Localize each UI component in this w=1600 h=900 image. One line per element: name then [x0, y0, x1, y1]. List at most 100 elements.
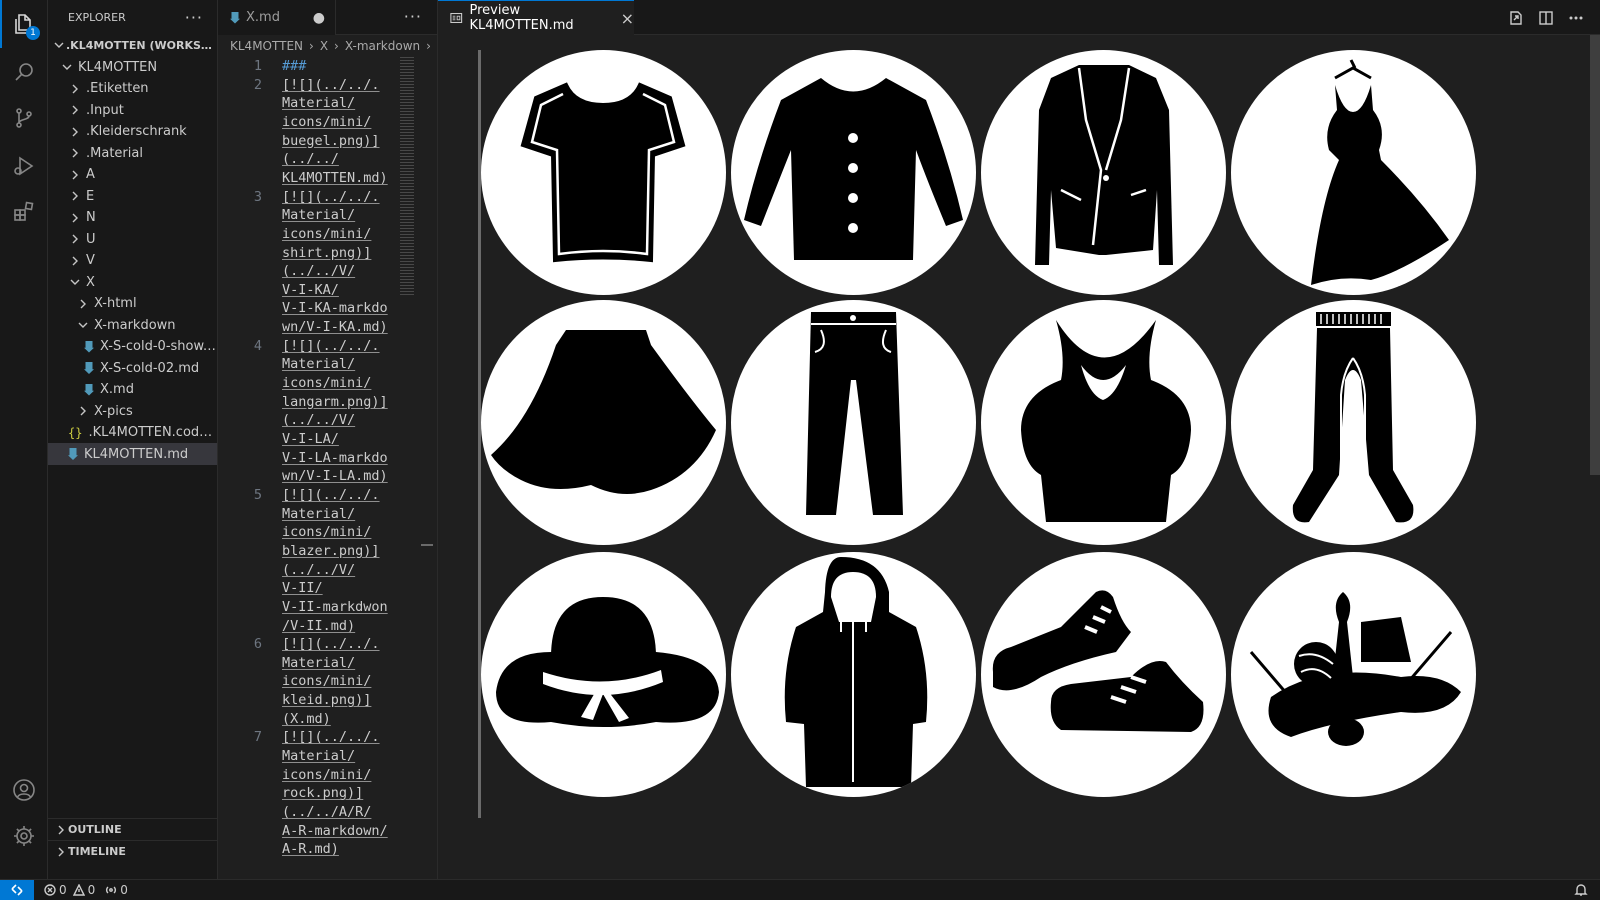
code-line: (../../V/ [218, 411, 418, 430]
explorer-button[interactable]: 1 [0, 0, 48, 48]
rain-jacket-icon[interactable] [731, 552, 976, 797]
account-button[interactable] [0, 766, 48, 814]
code-line: blazer.png)] [218, 542, 418, 561]
tree-item-label: N [86, 210, 96, 225]
code-line: V-I-KA-markdo [218, 299, 418, 318]
code-line: A-R-markdown/ [218, 822, 418, 841]
more-actions-icon[interactable] [1568, 10, 1584, 26]
folder-etiketten[interactable]: .Etiketten [48, 78, 217, 100]
folder-x-pics[interactable]: X-pics [48, 400, 217, 422]
folder-x-markdown[interactable]: X-markdown [48, 314, 217, 336]
tree-item-label: .Input [86, 102, 124, 118]
breadcrumb-item[interactable]: X [320, 39, 328, 53]
ports-status[interactable]: 0 [105, 883, 128, 897]
line-number: 6 [253, 636, 262, 653]
line-text: (../../V/ [282, 561, 356, 578]
skirt-icon[interactable] [481, 300, 726, 545]
folder-input[interactable]: .Input [48, 99, 217, 121]
folder-kl4motten[interactable]: KL4MOTTEN [48, 56, 217, 78]
line-text: A-R.md) [282, 841, 339, 858]
tights-icon[interactable] [1231, 300, 1476, 545]
line-text: icons/mini/ [282, 113, 372, 130]
code-area[interactable]: 1 ### 2 [![](../../. Material/icons/mini/bue… [218, 57, 408, 879]
sun-hat-icon[interactable] [481, 552, 726, 797]
code-line: 7 [![](../../. [218, 728, 418, 747]
workspace-header[interactable]: .KL4MOTTEN (WORKSPACE) [48, 34, 217, 56]
close-icon[interactable]: × [621, 9, 634, 28]
tree-item-label: E [86, 188, 95, 204]
source-control-button[interactable] [0, 94, 48, 142]
remote-button[interactable] [0, 879, 34, 900]
breadcrumb-item[interactable]: X-markdown [345, 39, 420, 53]
folder-n[interactable]: N [48, 207, 217, 229]
folder-x[interactable]: X [48, 271, 217, 293]
file-x-s-cold-0-show-md[interactable]: X-S-cold-0-show.md [48, 336, 217, 358]
folder-u[interactable]: U [48, 228, 217, 250]
problems-status[interactable]: 0 0 [44, 883, 95, 897]
line-number: 7 [253, 729, 262, 746]
settings-button[interactable] [0, 812, 48, 860]
folder-kleiderschrank[interactable]: .Kleiderschrank [48, 121, 217, 143]
tree-item-label: X.md [100, 382, 134, 397]
longsleeve-shirt-icon[interactable] [731, 50, 976, 295]
line-text: Material/ [282, 505, 356, 522]
line-text: Material/ [282, 95, 356, 112]
tshirt-icon[interactable] [481, 50, 726, 295]
extensions-icon [14, 201, 34, 221]
notifications-button[interactable] [1574, 883, 1588, 900]
tab-x-md[interactable]: X.md ● [218, 0, 336, 35]
code-line: V-II-markdwon [218, 598, 418, 617]
sewing-icon[interactable] [1231, 552, 1476, 797]
sneakers-icon[interactable] [981, 552, 1226, 797]
line-text: V-I-KA-markdo [282, 300, 388, 317]
chevron-down-icon [68, 275, 82, 289]
folder-e[interactable]: E [48, 185, 217, 207]
ports-count: 0 [120, 883, 128, 897]
vscode-window: 1 EXPLORER ··· .KL4MOTTEN (WORKSPACE) [0, 0, 1600, 900]
code-line: V-II/ [218, 579, 418, 598]
crop-top-icon[interactable] [981, 300, 1226, 545]
minimap[interactable] [400, 57, 414, 297]
explorer-more-button[interactable]: ··· [185, 9, 203, 26]
open-source-icon[interactable] [1508, 10, 1524, 26]
line-text: V-I-LA/ [282, 431, 339, 447]
line-text: V-I-LA-markdo [282, 449, 388, 466]
outline-panel[interactable]: OUTLINE [48, 818, 217, 840]
file-kl4motten-code-workspace[interactable]: {} .KL4MOTTEN.code-workspace [48, 422, 217, 444]
unsaved-dot-icon[interactable]: ● [313, 10, 325, 26]
trousers-icon[interactable] [731, 300, 976, 545]
file-x-md[interactable]: X.md [48, 379, 217, 401]
explorer-header: EXPLORER ··· [48, 0, 217, 35]
folder-a[interactable]: A [48, 164, 217, 186]
scrollbar-thumb[interactable] [421, 544, 433, 546]
preview-scrollbar[interactable] [1590, 35, 1600, 475]
line-number: 2 [253, 76, 262, 93]
tree-item-label: U [86, 231, 96, 247]
breadcrumb-item[interactable]: KL4MOTTEN [230, 39, 303, 53]
tab-preview[interactable]: Preview KL4MOTTEN.md × [438, 0, 634, 35]
split-editor-icon[interactable] [1538, 10, 1554, 26]
tree-item-label: X-pics [94, 403, 133, 419]
markdown-file-icon [84, 362, 94, 374]
chevron-down-icon [76, 318, 90, 332]
line-text: ### [282, 58, 307, 74]
folder-material[interactable]: .Material [48, 142, 217, 164]
chevron-right-icon: › [334, 39, 339, 53]
blazer-icon[interactable] [981, 50, 1226, 295]
editor-more-button[interactable]: ··· [404, 9, 422, 25]
line-text: wn/V-I-KA.md) [282, 319, 388, 336]
chevron-right-icon [76, 297, 90, 311]
dress-icon[interactable] [1231, 50, 1476, 295]
search-button[interactable] [0, 48, 48, 96]
line-text: V-II-markdwon [282, 598, 388, 615]
run-debug-button[interactable] [0, 142, 48, 190]
file-x-s-cold-02-md[interactable]: X-S-cold-02.md [48, 357, 217, 379]
remote-icon [11, 884, 23, 896]
folder-x-html[interactable]: X-html [48, 293, 217, 315]
folder-v[interactable]: V [48, 250, 217, 272]
extensions-button[interactable] [0, 188, 48, 236]
file-kl4motten-md[interactable]: KL4MOTTEN.md [48, 443, 217, 465]
search-icon [15, 63, 33, 81]
timeline-panel[interactable]: TIMELINE [48, 840, 217, 862]
tree-item-label: X-S-cold-02.md [100, 360, 200, 376]
